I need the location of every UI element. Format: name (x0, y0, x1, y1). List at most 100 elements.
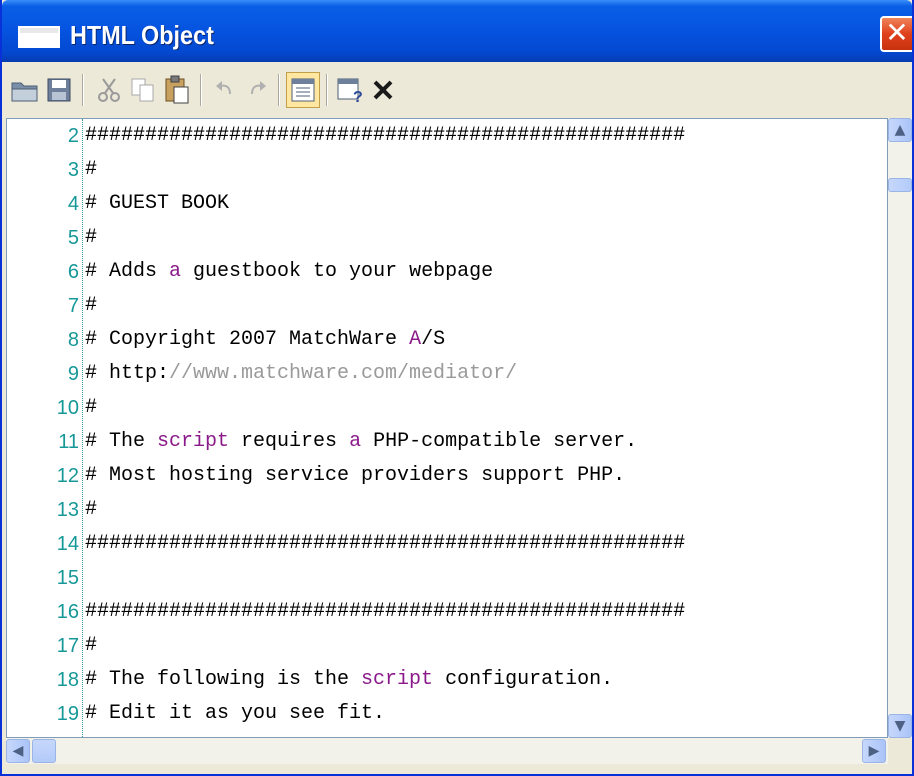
cut-icon (98, 78, 120, 102)
code-line[interactable]: 8 # Copyright 2007 MatchWare A/S (7, 323, 887, 357)
copy-button[interactable] (126, 72, 160, 108)
open-button[interactable] (8, 72, 42, 108)
code-text: # (85, 153, 97, 187)
code-text: # Most hosting service providers support… (85, 459, 625, 493)
code-line[interactable]: 13 # (7, 493, 887, 527)
code-text: ########################################… (85, 527, 685, 561)
text-token: # (85, 498, 98, 521)
line-number: 12 (56, 465, 79, 487)
text-token: # Adds (85, 260, 170, 283)
line-number: 2 (67, 125, 79, 147)
horizontal-scroll-thumb[interactable] (32, 739, 56, 763)
close-button[interactable]: ✕ (880, 16, 912, 52)
paste-button[interactable] (160, 72, 194, 108)
line-number: 11 (58, 431, 79, 453)
paste-icon (165, 75, 189, 104)
code-line[interactable]: 18 # The following is the script configur… (7, 663, 887, 697)
copy-icon (131, 78, 154, 102)
properties-icon (291, 78, 315, 102)
code-line[interactable]: 11 # The script requires a PHP-compatible… (7, 425, 887, 459)
code-line[interactable]: 10 # (7, 391, 887, 425)
text-token: # (85, 396, 98, 419)
text-token: /S (421, 328, 446, 351)
code-line[interactable]: 6 # Adds a guestbook to your webpage (7, 255, 887, 289)
line-number: 5 (67, 227, 79, 249)
properties-button[interactable] (286, 72, 320, 108)
code-line[interactable]: 7 # (7, 289, 887, 323)
toolbar-separator (82, 74, 84, 106)
delete-icon (373, 80, 393, 100)
title-bar[interactable]: HTML Object ✕ (2, 0, 912, 62)
redo-icon (251, 81, 266, 95)
window-icon (18, 26, 60, 48)
keyword-token: a (169, 260, 182, 283)
delete-button[interactable] (366, 72, 400, 108)
code-line[interactable]: 4 # GUEST BOOK (7, 187, 887, 221)
text-token: # (85, 634, 98, 657)
text-token: PHP-compatible server. (361, 430, 638, 453)
resize-grip-icon[interactable] (888, 738, 912, 764)
text-token: ########################################… (85, 600, 686, 623)
code-line[interactable]: 2 #######################################… (7, 119, 887, 153)
scroll-right-button[interactable]: ▶ (862, 739, 886, 763)
code-text: # (85, 289, 97, 323)
text-token: # (85, 294, 98, 317)
text-token: configuration. (433, 668, 614, 691)
code-line[interactable]: 14 ######################################… (7, 527, 887, 561)
line-number: 6 (67, 261, 79, 283)
toolbar-separator (326, 74, 328, 106)
redo-button[interactable] (240, 72, 274, 108)
text-token: # Most hosting service providers support… (85, 464, 626, 487)
undo-icon (216, 81, 231, 95)
code-line[interactable]: 20 # (7, 731, 887, 737)
code-text: # (85, 629, 97, 663)
line-number: 9 (67, 363, 79, 385)
code-text: # (85, 391, 97, 425)
code-line[interactable]: 9 # http://www.matchware.com/mediator/ (7, 357, 887, 391)
cut-button[interactable] (92, 72, 126, 108)
line-number: 16 (56, 601, 79, 623)
text-token: # Copyright 2007 MatchWare (85, 328, 410, 351)
line-number: 14 (56, 533, 79, 555)
code-line[interactable]: 17 # (7, 629, 887, 663)
scroll-down-button[interactable]: ▼ (888, 714, 912, 738)
line-number: 10 (56, 397, 79, 419)
code-line[interactable]: 16 ######################################… (7, 595, 887, 629)
help-window-icon: ? (337, 78, 363, 104)
undo-button[interactable] (208, 72, 242, 108)
scroll-up-button[interactable]: ▲ (888, 118, 912, 142)
code-text: # The following is the script configurat… (85, 663, 613, 697)
save-button[interactable] (42, 72, 76, 108)
vertical-scrollbar[interactable]: ▲ ▼ (888, 118, 912, 738)
code-line[interactable]: 5 # (7, 221, 887, 255)
line-number: 4 (67, 193, 79, 215)
html-object-window: HTML Object ✕ ? 2 ######################… (0, 0, 914, 776)
code-line[interactable]: 19 # Edit it as you see fit. (7, 697, 887, 731)
code-text: ########################################… (85, 119, 685, 153)
code-line[interactable]: 15 (7, 561, 887, 595)
line-number: 13 (56, 499, 79, 521)
code-editor[interactable]: 2 #######################################… (6, 118, 888, 738)
save-icon (47, 78, 71, 102)
window-title: HTML Object (70, 20, 214, 50)
line-number: 18 (56, 669, 79, 691)
toolbar-separator (200, 74, 202, 106)
code-line[interactable]: 3 # (7, 153, 887, 187)
text-token: requires (229, 430, 350, 453)
keyword-token: a (349, 430, 362, 453)
text-token: guestbook to your webpage (181, 260, 494, 283)
text-token: ########################################… (85, 124, 686, 147)
svg-text:?: ? (353, 89, 363, 104)
line-number: 19 (56, 703, 79, 725)
line-number: 7 (67, 295, 79, 317)
text-token: # Edit it as you see fit. (85, 702, 386, 725)
help-window-button[interactable]: ? (334, 72, 368, 108)
scroll-left-button[interactable]: ◀ (6, 739, 30, 763)
keyword-token: A (409, 328, 422, 351)
horizontal-scrollbar[interactable]: ◀ ▶ (6, 738, 888, 764)
code-text: # (85, 731, 97, 737)
code-text: # (85, 493, 97, 527)
code-line[interactable]: 12 # Most hosting service providers suppo… (7, 459, 887, 493)
vertical-scroll-thumb[interactable] (888, 178, 912, 192)
text-token: # GUEST BOOK (85, 192, 230, 215)
